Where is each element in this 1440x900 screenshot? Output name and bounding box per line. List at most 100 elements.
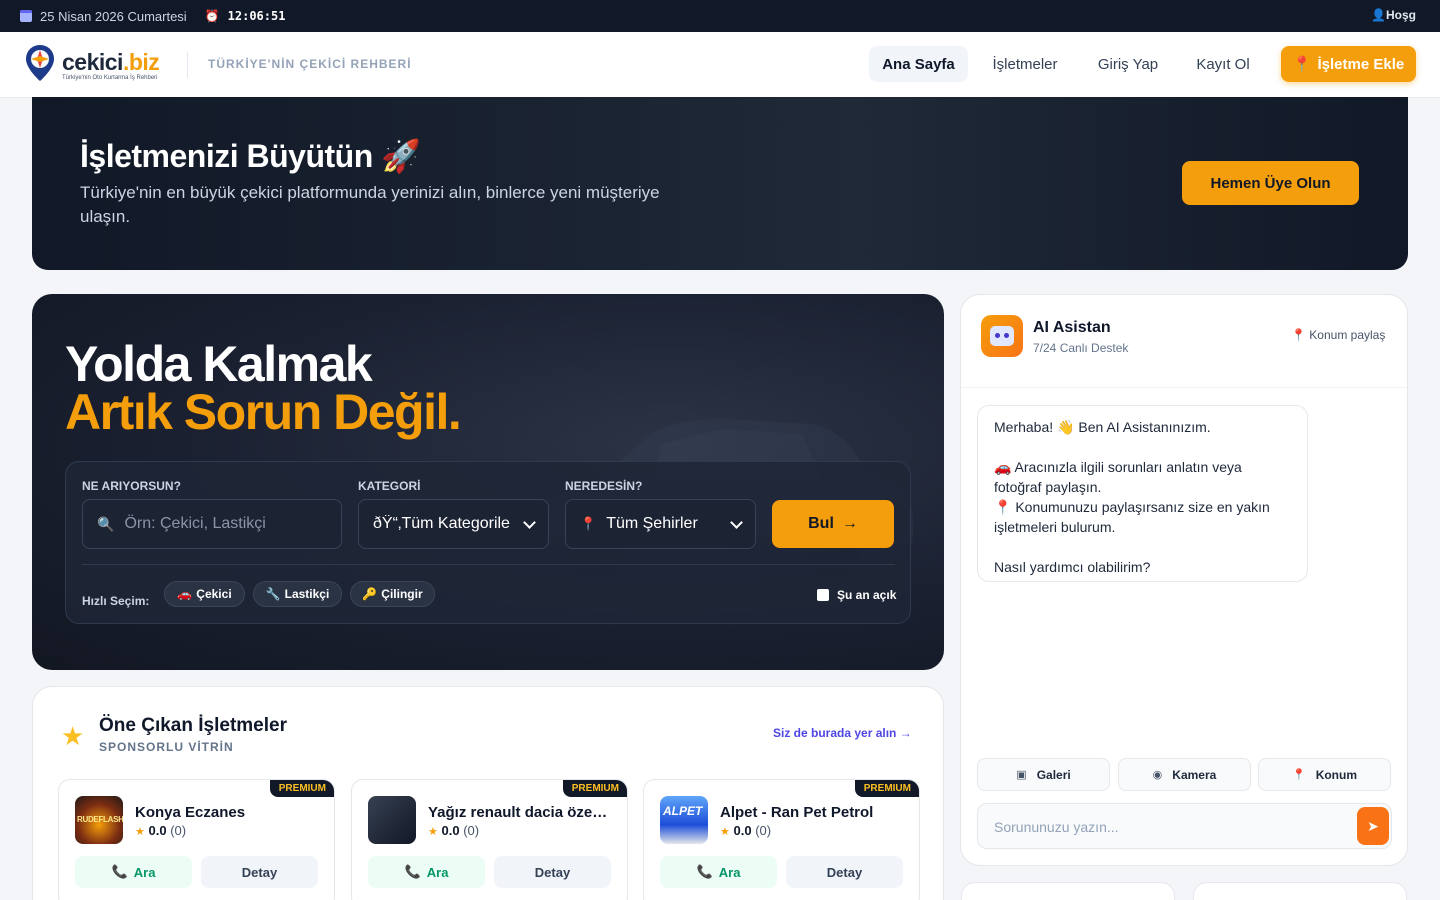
user-icon: 👤 (1371, 8, 1386, 22)
site-logo[interactable]: cekici.biz Türkiye'nin Oto Kurtarma İş R… (24, 44, 174, 86)
nav-register[interactable]: Kayıt Ol (1184, 46, 1262, 82)
business-card[interactable]: PREMIUM ALPET Alpet - Ran Pet Petrol ★ 0… (643, 779, 920, 900)
detail-button[interactable]: Detay (494, 856, 611, 888)
current-time: 12:06:51 (227, 9, 286, 23)
ai-assistant-panel: AI Asistan 7/24 Canlı Destek 📍 Konum pay… (960, 294, 1408, 866)
rating-count: (0) (755, 823, 772, 838)
business-thumbnail: RUDEFLASH (75, 796, 123, 844)
where-label: NEREDESİN? (565, 479, 643, 493)
star-icon: ★ (720, 826, 730, 838)
site-header: cekici.biz Türkiye'nin Oto Kurtarma İş R… (0, 32, 1440, 98)
chat-placeholder: Sorununuzu yazın... (994, 819, 1119, 835)
camera-button[interactable]: ◉ Kamera (1118, 758, 1251, 791)
featured-businesses: ★ Öne Çıkan İşletmeler SPONSORLU VİTRİN … (32, 686, 944, 900)
location-pin-icon: 📍 (1291, 328, 1306, 342)
arrow-right-icon: → (841, 515, 858, 532)
find-label: Bul (808, 515, 834, 532)
ai-message: Merhaba! 👋 Ben AI Asistanınızım. 🚗 Aracı… (977, 405, 1308, 582)
header-divider (187, 52, 188, 78)
city-select[interactable]: 📍 Tüm Şehirler (565, 499, 756, 549)
chip-locksmith[interactable]: 🔑 Çilingir (350, 581, 435, 607)
call-button[interactable]: 📞 Ara (660, 856, 777, 888)
location-pin-icon: 📍 (1291, 769, 1306, 781)
chip-label: Çilingir (381, 587, 423, 601)
call-label: Ara (133, 864, 156, 880)
location-button[interactable]: 📍 Konum (1258, 758, 1391, 791)
share-location-button[interactable]: 📍 Konum paylaş (1291, 328, 1385, 342)
chevron-down-icon (730, 516, 743, 529)
bottom-card (1193, 882, 1407, 900)
business-rating: ★ 0.0 (0) (135, 823, 186, 838)
category-label: KATEGORİ (358, 479, 421, 493)
hero-headline-line2: Artık Sorun Değil. (65, 384, 462, 440)
add-business-button[interactable]: 📍 İşletme Ekle (1281, 46, 1416, 82)
find-button[interactable]: Bul → (772, 500, 894, 548)
gallery-button[interactable]: ▣ Galeri (977, 758, 1110, 791)
search-icon: 🔍 (97, 515, 115, 532)
signup-button[interactable]: Hemen Üye Olun (1182, 161, 1359, 205)
phone-icon: 📞 (404, 864, 421, 879)
nav-login[interactable]: Giriş Yap (1086, 46, 1170, 82)
logo-tagline: Türkiye'nin Oto Kurtarma İş Rehberi (62, 75, 158, 81)
camera-label: Kamera (1172, 767, 1217, 782)
business-thumbnail: ALPET (660, 796, 708, 844)
call-label: Ara (426, 864, 449, 880)
detail-button[interactable]: Detay (786, 856, 903, 888)
advertise-link[interactable]: Siz de burada yer alın → (773, 726, 912, 740)
greeting: 👤Hoşg (1371, 8, 1416, 22)
message-line (994, 437, 1291, 457)
thumbnail-text: ALPET (663, 804, 703, 818)
star-icon: ★ (135, 826, 145, 838)
phone-icon: 📞 (111, 864, 128, 879)
nav-businesses[interactable]: İşletmeler (978, 46, 1072, 82)
business-thumbnail (368, 796, 416, 844)
premium-badge: PREMIUM (269, 780, 334, 797)
business-card[interactable]: PREMIUM RUDEFLASH Konya Eczanes ★ 0.0 (0… (58, 779, 335, 900)
open-now-label: Şu an açık (837, 588, 897, 602)
category-value: ðŸ“‚Tüm Kategorile (373, 515, 510, 532)
current-date: 25 Nisan 2026 Cumartesi (40, 8, 187, 24)
gallery-label: Galeri (1036, 767, 1071, 782)
chip-label: Lastikçi (284, 587, 330, 601)
business-name: Konya Eczanes (135, 804, 246, 821)
location-pin-icon: 📍 (580, 516, 597, 531)
message-line (994, 537, 1291, 557)
hero-section: Yolda Kalmak Artık Sorun Değil. NE ARIYO… (32, 294, 944, 670)
send-button[interactable]: ➤ (1357, 807, 1389, 845)
thumbnail-text: RUDEFLASH (77, 815, 123, 824)
rating-count: (0) (463, 823, 480, 838)
logo-pin-icon (26, 45, 54, 81)
business-rating: ★ 0.0 (0) (428, 823, 479, 838)
image-icon: ▣ (1016, 769, 1027, 781)
open-now-checkbox[interactable] (817, 589, 829, 601)
rating-value: 0.0 (148, 823, 167, 838)
detail-button[interactable]: Detay (201, 856, 318, 888)
send-icon: ➤ (1367, 817, 1379, 834)
chip-label: Çekici (196, 587, 232, 601)
robot-icon (981, 315, 1023, 357)
premium-badge: PREMIUM (562, 780, 627, 797)
business-rating: ★ 0.0 (0) (720, 823, 771, 838)
business-name: Alpet - Ran Pet Petrol (720, 804, 874, 821)
call-label: Ara (718, 864, 741, 880)
ai-chat-input[interactable]: Sorununuzu yazın... ➤ (977, 803, 1392, 849)
chip-tire[interactable]: 🔧 Lastikçi (253, 581, 342, 607)
category-select[interactable]: ðŸ“‚Tüm Kategorile (358, 499, 549, 549)
call-button[interactable]: 📞 Ara (368, 856, 485, 888)
rating-value: 0.0 (441, 823, 460, 838)
ai-header: AI Asistan 7/24 Canlı Destek 📍 Konum pay… (961, 295, 1407, 388)
call-button[interactable]: 📞 Ara (75, 856, 192, 888)
nav-home[interactable]: Ana Sayfa (869, 46, 968, 82)
business-card[interactable]: PREMIUM Yağız renault dacia özel servisi… (351, 779, 628, 900)
quick-select-label: Hızlı Seçim: (82, 594, 150, 608)
top-info-bar: 25 Nisan 2026 Cumartesi ⏰ 12:06:51 👤Hoşg (0, 0, 1440, 32)
chip-tow[interactable]: 🚗 Çekici (164, 581, 245, 607)
car-icon: 🚗 (177, 587, 193, 601)
location-label: Konum (1315, 767, 1358, 782)
search-input[interactable]: 🔍 Örn: Çekici, Lastikçi (82, 499, 342, 549)
pin-icon: 📍 (1292, 56, 1312, 73)
ai-title: AI Asistan (1033, 319, 1111, 336)
open-now-toggle[interactable]: Şu an açık (817, 588, 896, 602)
promo-banner: İşletmenizi Büyütün 🚀 Türkiye'nin en büy… (32, 97, 1408, 270)
ai-status: 7/24 Canlı Destek (1033, 341, 1129, 355)
